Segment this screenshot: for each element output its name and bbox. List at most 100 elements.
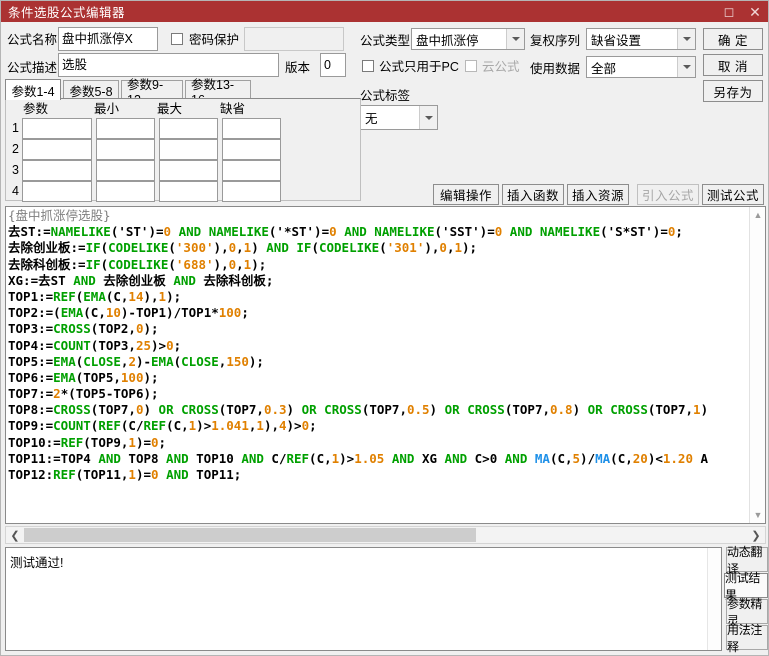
code-line: XG:=去ST AND 去除创业板 AND 去除科创板;	[8, 272, 274, 288]
adjust-series-label: 复权序列	[530, 34, 581, 48]
tab-params-5-8[interactable]: 参数5-8	[63, 80, 119, 99]
chevron-down-icon[interactable]	[506, 29, 524, 49]
formula-tag-label: 公式标签	[360, 89, 411, 103]
tab-params-9-12[interactable]: 参数9-12	[121, 78, 183, 107]
window-controls: ◻ ✕	[716, 1, 768, 22]
cancel-button[interactable]: 取 消	[703, 54, 763, 76]
formula-name-label: 公式名称	[7, 33, 58, 47]
code-line: TOP10:=REF(TOP9,1)=0;	[8, 434, 167, 450]
param-input-2-default[interactable]	[222, 139, 281, 160]
close-icon[interactable]: ✕	[742, 1, 768, 22]
import-formula-button: 引入公式	[637, 184, 699, 205]
password-input[interactable]	[244, 27, 344, 51]
code-line: TOP11:=TOP4 AND TOP8 AND TOP10 AND C/REF…	[8, 450, 709, 466]
use-data-label: 使用数据	[530, 62, 581, 76]
output-pane: 测试通过!	[5, 547, 722, 651]
code-editor[interactable]: {盘中抓涨停选股} 去ST:=NAMELIKE('ST')=0 AND NAMEL…	[5, 206, 766, 524]
password-protect-label: 密码保护	[189, 33, 240, 47]
tab-params-1-4[interactable]: 参数1-4	[5, 79, 61, 100]
chevron-down-icon[interactable]	[677, 57, 695, 77]
adjust-series-value: 缺省设置	[591, 33, 642, 48]
use-data-value: 全部	[591, 61, 617, 76]
code-line: TOP6:=EMA(TOP5,100);	[8, 369, 159, 385]
param-col-header-param: 参数	[23, 102, 49, 116]
tab-params-13-16[interactable]: 参数13-16	[185, 78, 251, 107]
param-input-4-max[interactable]	[159, 181, 218, 202]
edit-operations-button[interactable]: 编辑操作	[433, 184, 499, 205]
code-line: {盘中抓涨停选股}	[8, 208, 111, 223]
maximize-icon[interactable]: ◻	[716, 1, 742, 22]
param-table: 参数 最小 最大 缺省 1 2 3 4	[5, 98, 361, 202]
param-input-1-min[interactable]	[96, 118, 155, 139]
cloud-formula-checkbox[interactable]	[465, 60, 477, 72]
code-line: TOP1:=REF(EMA(C,14),1);	[8, 288, 182, 304]
chevron-up-icon[interactable]: ▲	[750, 207, 765, 223]
insert-resource-button[interactable]: 插入资源	[567, 184, 629, 205]
save-as-button[interactable]: 另存为	[703, 80, 763, 102]
tab-label: 用法注释	[727, 622, 763, 654]
formula-name-input[interactable]: 盘中抓涨停X	[58, 27, 158, 51]
cloud-formula-label: 云公式	[482, 60, 520, 74]
code-line: TOP2:=(EMA(C,10)-TOP1)/TOP1*100;	[8, 305, 249, 321]
param-input-2-min[interactable]	[96, 139, 155, 160]
param-input-1-max[interactable]	[159, 118, 218, 139]
code-line: 去ST:=NAMELIKE('ST')=0 AND NAMELIKE('*ST'…	[8, 224, 683, 240]
param-input-4-default[interactable]	[222, 181, 281, 202]
formula-tag-select[interactable]: 无	[360, 105, 438, 130]
code-line: TOP12:REF(TOP11,1)=0 AND TOP11;	[8, 467, 242, 482]
param-input-4-param[interactable]	[22, 181, 92, 202]
pc-only-checkbox[interactable]	[362, 60, 374, 72]
formula-type-label: 公式类型	[360, 34, 411, 48]
output-vertical-scrollbar[interactable]	[707, 548, 721, 650]
param-row-number: 2	[12, 142, 19, 156]
param-row-number: 3	[12, 163, 19, 177]
param-row-number: 1	[12, 121, 19, 135]
code-horizontal-scrollbar[interactable]: ❮ ❯	[5, 526, 766, 544]
use-data-select[interactable]: 全部	[586, 56, 696, 78]
chevron-down-icon[interactable]: ▼	[750, 507, 765, 523]
formula-type-value: 盘中抓涨停	[416, 33, 479, 48]
formula-tag-value: 无	[365, 112, 378, 126]
param-input-1-default[interactable]	[222, 118, 281, 139]
param-input-4-min[interactable]	[96, 181, 155, 202]
param-input-1-param[interactable]	[22, 118, 92, 139]
formula-desc-label: 公式描述	[7, 61, 58, 75]
ok-button[interactable]: 确 定	[703, 28, 763, 50]
scrollbar-thumb[interactable]	[24, 528, 476, 542]
code-line: 去除科创板:=IF(CODELIKE('688'),0,1);	[8, 256, 267, 272]
param-input-2-param[interactable]	[22, 139, 92, 160]
param-col-header-default: 缺省	[220, 102, 246, 116]
chevron-right-icon[interactable]: ❯	[748, 527, 764, 543]
window-title: 条件选股公式编辑器	[8, 6, 126, 20]
chevron-left-icon[interactable]: ❮	[7, 527, 23, 543]
code-text[interactable]: {盘中抓涨停选股} 去ST:=NAMELIKE('ST')=0 AND NAMEL…	[8, 208, 748, 483]
code-line: TOP5:=EMA(CLOSE,2)-EMA(CLOSE,150);	[8, 353, 264, 369]
param-input-3-default[interactable]	[222, 160, 281, 181]
title-bar: 条件选股公式编辑器 ◻ ✕	[1, 1, 768, 22]
code-line: TOP8:=CROSS(TOP7,0) OR CROSS(TOP7,0.3) O…	[8, 402, 709, 418]
code-vertical-scrollbar[interactable]: ▲ ▼	[749, 207, 765, 523]
param-row-number: 4	[12, 184, 19, 198]
formula-type-select[interactable]: 盘中抓涨停	[411, 28, 525, 50]
tab-label: 参数1-4	[11, 84, 55, 99]
output-text: 测试通过!	[10, 556, 64, 570]
password-protect-checkbox[interactable]	[171, 33, 183, 45]
insert-function-button[interactable]: 插入函数	[502, 184, 564, 205]
code-line: 去除创业板:=IF(CODELIKE('300'),0,1) AND IF(CO…	[8, 240, 478, 256]
chevron-down-icon[interactable]	[677, 29, 695, 49]
formula-editor-window: 条件选股公式编辑器 ◻ ✕ 公式名称 盘中抓涨停X 密码保护 公式类型 盘中抓涨…	[0, 0, 769, 656]
version-input[interactable]: 0	[320, 53, 346, 77]
test-formula-button[interactable]: 测试公式	[702, 184, 764, 205]
code-line: TOP4:=COUNT(TOP3,25)>0;	[8, 337, 182, 353]
chevron-down-icon[interactable]	[419, 106, 437, 129]
tab-usage-notes[interactable]: 用法注释	[726, 623, 768, 654]
tab-label: 参数5-8	[69, 84, 113, 99]
param-input-3-max[interactable]	[159, 160, 218, 181]
param-input-2-max[interactable]	[159, 139, 218, 160]
code-line: TOP9:=COUNT(REF(C/REF(C,1)>1.041,1),4)>0…	[8, 418, 317, 434]
param-input-3-param[interactable]	[22, 160, 92, 181]
param-col-header-min: 最小	[94, 102, 120, 116]
param-tab-strip: 参数1-4 参数5-8 参数9-12 参数13-16	[5, 78, 361, 107]
adjust-series-select[interactable]: 缺省设置	[586, 28, 696, 50]
param-input-3-min[interactable]	[96, 160, 155, 181]
